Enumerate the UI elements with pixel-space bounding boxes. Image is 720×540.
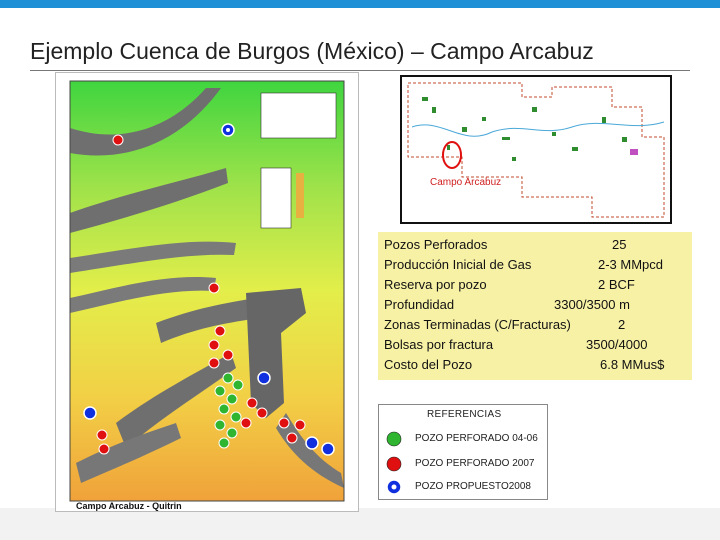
red-well-icon [222,349,234,361]
structural-map: Campo Arcabuz - Quitrin [55,72,359,512]
top-accent-bar [0,0,720,8]
legend-item-label: POZO PERFORADO 2007 [415,458,535,469]
red-well-icon [278,417,290,429]
green-well-icon [222,372,234,384]
blue-well-icon [83,406,97,420]
blue-well-icon [305,436,319,450]
red-well-icon [240,417,252,429]
row-value: 2-3 MMpcd [598,257,664,272]
red-circle-icon [386,456,402,472]
legend-item-label: POZO PERFORADO 04-06 [415,433,538,444]
data-row: Reserva por pozo 2 BCF [384,275,670,295]
red-well-icon [208,282,220,294]
footer-band [0,508,720,540]
row-label: Profundidad [384,297,455,312]
map-footer-label: Campo Arcabuz - Quitrin [76,501,182,511]
green-well-icon [218,437,230,449]
row-label: Reserva por pozo [384,277,487,292]
green-well-icon [226,427,238,439]
red-well-icon [294,419,306,431]
structural-map-graphic [69,80,345,502]
data-row: Bolsas por fractura 3500/4000 [384,335,670,355]
legend-item: POZO PERFORADO 2007 [385,455,543,473]
green-well-icon [214,419,226,431]
data-row: Zonas Terminadas (C/Fracturas) 2 [384,315,670,335]
blue-well-core-icon [226,128,230,132]
blue-circle-icon [386,479,402,495]
red-well-icon [96,429,108,441]
data-row: Profundidad 3300/3500 m [384,295,670,315]
row-label: Bolsas por fractura [384,337,494,352]
location-inset-map: Campo Arcabuz [400,75,672,224]
green-well-icon [214,385,226,397]
map-colorscale [296,173,304,218]
field-data-box: Pozos Perforados 25 Producción Inicial d… [378,232,692,380]
red-well-icon [208,357,220,369]
red-well-icon [208,339,220,351]
row-value: 25 [612,237,627,252]
legend-item: POZO PERFORADO 04-06 [385,430,543,448]
inset-map-graphic: Campo Arcabuz [402,77,670,222]
red-well-icon [214,325,226,337]
title-divider [30,70,690,71]
row-value: 3500/4000 [586,337,648,352]
field-cluster [630,149,638,155]
legend-item: POZO PROPUESTO2008 [385,478,543,496]
row-value: 2 [618,317,626,332]
row-value: 6.8 MMus$ [600,357,665,372]
green-well-icon [232,379,244,391]
green-well-icon [226,393,238,405]
red-well-icon [98,443,110,455]
red-well-icon [112,134,124,146]
data-row: Costo del Pozo 6.8 MMus$ [384,355,670,375]
green-well-icon [218,403,230,415]
row-label: Pozos Perforados [384,237,488,252]
row-label: Zonas Terminadas (C/Fracturas) [384,317,571,332]
row-label: Producción Inicial de Gas [384,257,532,272]
row-value: 3300/3500 m [554,297,630,312]
slide-title: Ejemplo Cuenca de Burgos (México) – Camp… [30,38,594,64]
green-well-icon [230,411,242,423]
red-well-icon [286,432,298,444]
data-row: Producción Inicial de Gas 2-3 MMpcd [384,255,670,275]
map-legend-box [260,92,337,139]
row-label: Costo del Pozo [384,357,473,372]
green-circle-icon [386,431,402,447]
blue-well-icon [257,371,271,385]
legend-item-label: POZO PROPUESTO2008 [415,481,531,492]
red-well-icon [246,397,258,409]
inset-field-label: Campo Arcabuz [430,177,501,188]
map-colorscale-box [260,167,292,229]
row-value: 2 BCF [598,277,635,292]
legend-title: REFERENCIAS [427,409,502,420]
red-well-icon [256,407,268,419]
references-legend: REFERENCIAS POZO PERFORADO 04-06 POZO PE… [378,404,548,500]
data-row: Pozos Perforados 25 [384,235,670,255]
blue-well-icon [321,442,335,456]
